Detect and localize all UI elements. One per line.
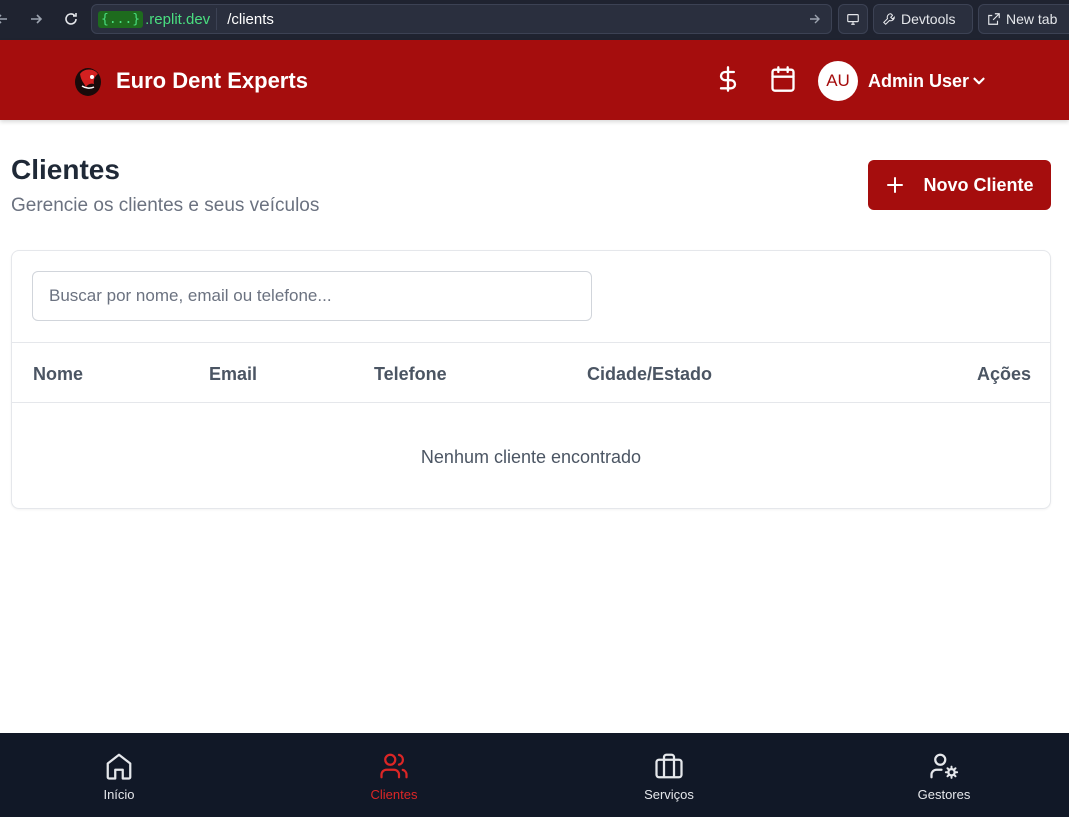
url-path: /clients [227,10,274,28]
page-subtitle: Gerencie os clientes e seus veículos [11,195,320,216]
browser-toolbar: {...} .replit.dev /clients Devtools New … [0,0,1069,40]
nav-label-inicio: Início [103,787,135,802]
chevron-down-icon[interactable] [970,72,988,90]
plus-icon [887,177,904,193]
nav-item-clientes[interactable]: Clientes [319,733,469,817]
url-host-braces: {...} [98,10,144,28]
url-host: {...} .replit.dev [98,8,218,30]
new-tab-label: New tab [1006,11,1058,27]
devtools-button[interactable]: Devtools [873,4,973,34]
address-bar[interactable]: {...} .replit.dev /clients [91,4,832,34]
new-client-label: Novo Cliente [923,174,1034,195]
briefcase-icon [655,753,683,779]
page-title: Clientes [11,154,120,185]
devtools-label: Devtools [901,11,956,27]
home-icon [106,753,132,780]
clients-card: Nome Email Telefone Cidade/Estado Ações … [11,250,1051,509]
go-arrow-icon[interactable] [807,11,823,27]
column-header-actions: Ações [976,364,1031,384]
external-link-icon [988,13,1000,25]
app-header: Euro Dent Experts AU Admin User [0,40,1069,120]
brand[interactable]: Euro Dent Experts [72,64,308,98]
column-header-phone: Telefone [374,364,447,384]
reload-icon[interactable] [61,8,81,30]
bottom-nav: Início Clientes Serviços Gestores [0,733,1069,817]
new-tab-button[interactable]: New tab [978,4,1069,34]
logo-icon [75,68,101,96]
user-cog-icon [930,753,959,779]
screen-icon[interactable] [838,4,868,34]
brand-name: Euro Dent Experts [116,68,308,93]
wrench-icon [883,13,895,25]
users-icon [380,753,408,779]
url-host-domain: .replit.dev [145,10,211,28]
table-header: Nome Email Telefone Cidade/Estado Ações [12,342,1050,403]
nav-item-gestores[interactable]: Gestores [869,733,1019,817]
back-icon[interactable] [0,8,12,30]
nav-label-gestores: Gestores [917,787,971,802]
search-input[interactable] [32,271,592,321]
column-header-email: Email [209,364,258,384]
new-client-button[interactable]: Novo Cliente [868,160,1051,210]
avatar[interactable]: AU [818,61,858,101]
dollar-icon[interactable] [713,64,743,94]
empty-state-message: Nenhum cliente encontrado [420,447,642,467]
user-name[interactable]: Admin User [868,71,969,92]
nav-item-servicos[interactable]: Serviços [594,733,744,817]
column-header-name: Nome [33,364,84,384]
calendar-icon[interactable] [768,64,798,94]
column-header-city-state: Cidade/Estado [587,364,713,384]
nav-item-inicio[interactable]: Início [44,733,194,817]
nav-label-clientes: Clientes [370,787,418,802]
nav-label-servicos: Serviços [644,787,694,802]
forward-icon[interactable] [26,8,46,30]
